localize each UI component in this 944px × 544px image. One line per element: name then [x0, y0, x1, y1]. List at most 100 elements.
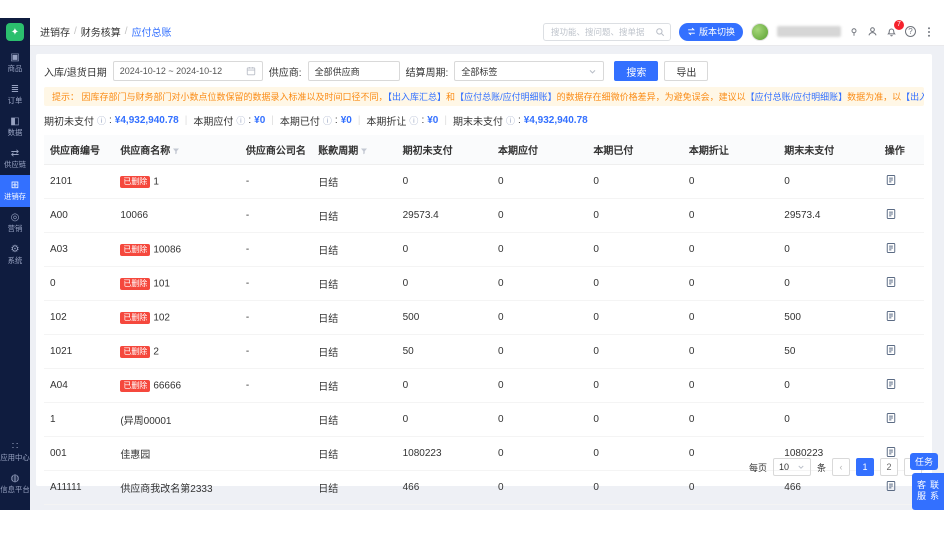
user-icon[interactable]: [867, 26, 878, 37]
sidebar-item-orders[interactable]: ≣ 订单: [0, 79, 30, 111]
contact-service-tab[interactable]: 联系客服: [912, 473, 944, 510]
detail-icon[interactable]: [885, 242, 897, 254]
avatar[interactable]: [751, 22, 769, 41]
summary-divider: |: [184, 115, 188, 126]
table-row: 1021 已删除 2- 日结 50 0 0 0 50: [44, 334, 924, 369]
table-row: 102 已删除 102- 日结 500 0 0 0 500: [44, 300, 924, 335]
prev-page-button[interactable]: ‹: [832, 458, 850, 476]
supplier-input[interactable]: 全部供应商: [307, 61, 400, 81]
cell-period-paid: 0: [587, 470, 683, 505]
cell-period-discount: 0: [682, 164, 779, 199]
cell-settlement-period: 日结: [312, 470, 397, 505]
cell-opening-unpaid: 0: [396, 232, 492, 267]
page-button-1[interactable]: 1: [856, 458, 874, 476]
cell-company-name: -: [239, 266, 313, 301]
sidebar-item-label: 营销: [7, 224, 23, 233]
deleted-badge: 已删除: [120, 243, 151, 256]
cell-supplier-code: 001: [44, 436, 115, 471]
notice-link[interactable]: 【出入库汇总】: [901, 92, 924, 102]
version-switch-button[interactable]: 版本切换: [678, 22, 743, 41]
info-icon[interactable]: ⓘ: [236, 114, 245, 127]
period-filter-label: 结算周期:: [405, 67, 449, 79]
sidebar-item-label: 应用中心: [0, 453, 30, 462]
sidebar-item-system[interactable]: ⚙ 系统: [0, 239, 30, 271]
column-header-paid: 本期已付: [587, 135, 683, 165]
sidebar-item-app-center[interactable]: ∷ 应用中心: [0, 436, 30, 468]
marketing-icon: ◎: [10, 212, 20, 223]
sidebar-item-supply-chain[interactable]: ⇄ 供应链: [0, 143, 30, 175]
info-icon[interactable]: ⓘ: [409, 114, 418, 127]
detail-icon[interactable]: [885, 208, 897, 220]
cell-company-name: -: [239, 334, 313, 369]
search-input[interactable]: [548, 25, 652, 38]
supplier-name-text: 10086: [153, 244, 182, 256]
sidebar-item-label: 供应链: [3, 160, 27, 169]
cell-operation: [878, 266, 924, 301]
cell-supplier-name: 10066: [114, 198, 240, 233]
detail-icon[interactable]: [885, 344, 897, 356]
info-icon[interactable]: ⓘ: [323, 114, 332, 127]
detail-icon[interactable]: [885, 412, 897, 424]
detail-icon[interactable]: [885, 378, 897, 390]
supplier-name-text: (异周00001: [120, 416, 172, 427]
info-icon[interactable]: ⓘ: [97, 114, 106, 127]
sidebar-item-inventory[interactable]: ⊞ 进销存: [0, 175, 30, 207]
cell-supplier-name: 已删除 102: [114, 300, 240, 335]
cell-supplier-name: 已删除 2: [114, 334, 240, 369]
sidebar-item-data[interactable]: ◧ 数据: [0, 111, 30, 143]
notice-link[interactable]: 【应付总账/应付明细账】: [455, 92, 557, 102]
help-icon[interactable]: ?: [905, 26, 916, 37]
notice-text: 和: [446, 92, 456, 102]
date-range-input[interactable]: 2024-10-12 ~ 2024-10-12: [112, 61, 263, 81]
breadcrumb-segment[interactable]: 进销存: [40, 24, 70, 39]
sidebar-item-goods[interactable]: ▣ 商品: [0, 47, 30, 79]
supplier-name-text: 供应商我改名第2333: [120, 484, 213, 495]
detail-icon[interactable]: [885, 276, 897, 288]
detail-icon[interactable]: [885, 310, 897, 322]
column-header-name[interactable]: 供应商名称: [114, 135, 240, 165]
cell-period-payable: 0: [492, 198, 588, 233]
sidebar-nav: ▣ 商品 ≣ 订单 ◧ 数据 ⇄ 供应链 ⊞ 进销存 ◎ 营销 ⚙ 系统: [0, 47, 30, 271]
global-search-box[interactable]: [542, 22, 671, 41]
cell-company-name: -: [239, 164, 313, 199]
bell-icon[interactable]: 7: [886, 20, 904, 37]
brand-logo[interactable]: ✦: [6, 23, 24, 41]
supplier-name-text: 101: [153, 278, 170, 290]
cell-company-name: -: [239, 232, 313, 267]
cell-opening-unpaid: 0: [396, 402, 492, 437]
supplier-name-text: 2: [153, 346, 159, 358]
per-page-select[interactable]: 10: [772, 458, 811, 476]
detail-icon[interactable]: [885, 446, 897, 458]
cell-closing-unpaid: 0: [778, 368, 879, 403]
summary-label: 本期应付: [193, 117, 234, 128]
info-icon[interactable]: ⓘ: [506, 114, 515, 127]
detail-icon[interactable]: [885, 174, 897, 186]
column-header-label: 供应商公司名: [245, 146, 306, 157]
sidebar-item-label: 系统: [7, 256, 23, 265]
column-header-op: 操作: [878, 135, 924, 165]
sidebar-item-info-platform[interactable]: ◍ 信息平台: [0, 468, 30, 500]
column-header-period[interactable]: 账款周期: [312, 135, 397, 165]
task-float-tag[interactable]: 任务: [909, 453, 938, 470]
cell-operation: [878, 402, 924, 437]
cell-supplier-code: 1: [44, 402, 115, 437]
search-button[interactable]: 搜索: [614, 61, 659, 81]
cell-opening-unpaid: 0: [396, 164, 492, 199]
summary-colon: :: [517, 115, 521, 126]
notice-link[interactable]: 【出入库汇总】: [388, 92, 447, 102]
detail-icon[interactable]: [885, 480, 897, 492]
deleted-badge: 已删除: [120, 175, 151, 188]
notice-text: 的数据存在细微价格差异，为避免误会，建议以: [556, 92, 746, 102]
more-icon[interactable]: [924, 26, 934, 38]
cell-operation: [878, 198, 924, 233]
period-select[interactable]: 全部标签: [454, 61, 605, 81]
cell-supplier-code: A03: [44, 232, 115, 267]
breadcrumb-segment[interactable]: 财务核算: [81, 24, 121, 39]
summary-divider: |: [357, 115, 361, 126]
export-button[interactable]: 导出: [664, 61, 709, 81]
pin-icon[interactable]: [849, 27, 859, 37]
page-button-2[interactable]: 2: [880, 458, 898, 476]
column-header-label: 本期已付: [593, 146, 634, 157]
sidebar-item-marketing[interactable]: ◎ 营销: [0, 207, 30, 239]
notice-link[interactable]: 【应付总账/应付明细账】: [746, 92, 848, 102]
